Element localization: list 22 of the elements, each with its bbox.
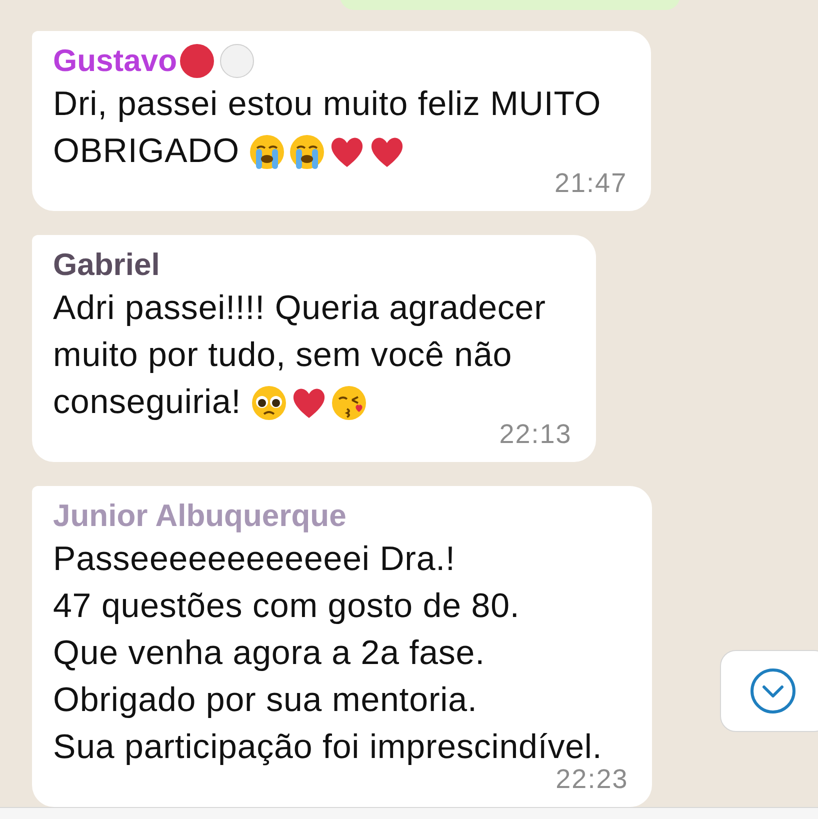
crying-face-icon: [289, 134, 326, 170]
sender-name: Gustavo: [53, 43, 178, 79]
message-time: 22:13: [499, 419, 572, 450]
message-text: Que venha agora a 2a fase.: [53, 633, 485, 674]
message-text: Dri, passei estou muito feliz MUITO: [53, 84, 602, 125]
crying-face-icon: [249, 134, 286, 170]
chevron-down-circle-icon: [749, 667, 797, 715]
scroll-down-button[interactable]: [720, 650, 818, 732]
sender-name: Junior Albuquerque: [53, 498, 346, 534]
message-text: muito por tudo, sem você não: [53, 335, 512, 376]
message-text: 47 questões com gosto de 80.: [53, 586, 520, 627]
sender-name: Gabriel: [53, 247, 160, 283]
outlined-circle-icon: [219, 43, 256, 79]
message-text: conseguiria!: [53, 382, 242, 423]
kissing-face-icon: [331, 384, 368, 420]
message-text: OBRIGADO: [53, 131, 240, 172]
message-text: Obrigado por sua mentoria.: [53, 680, 478, 721]
message-text: Passeeeeeeeeeeeei Dra.!: [53, 539, 456, 580]
pleading-face-icon: [251, 384, 288, 420]
filled-circle-icon: [179, 43, 216, 79]
message-time: 21:47: [554, 168, 628, 199]
message-text: Adri passei!!!! Queria agradecer: [53, 288, 546, 329]
